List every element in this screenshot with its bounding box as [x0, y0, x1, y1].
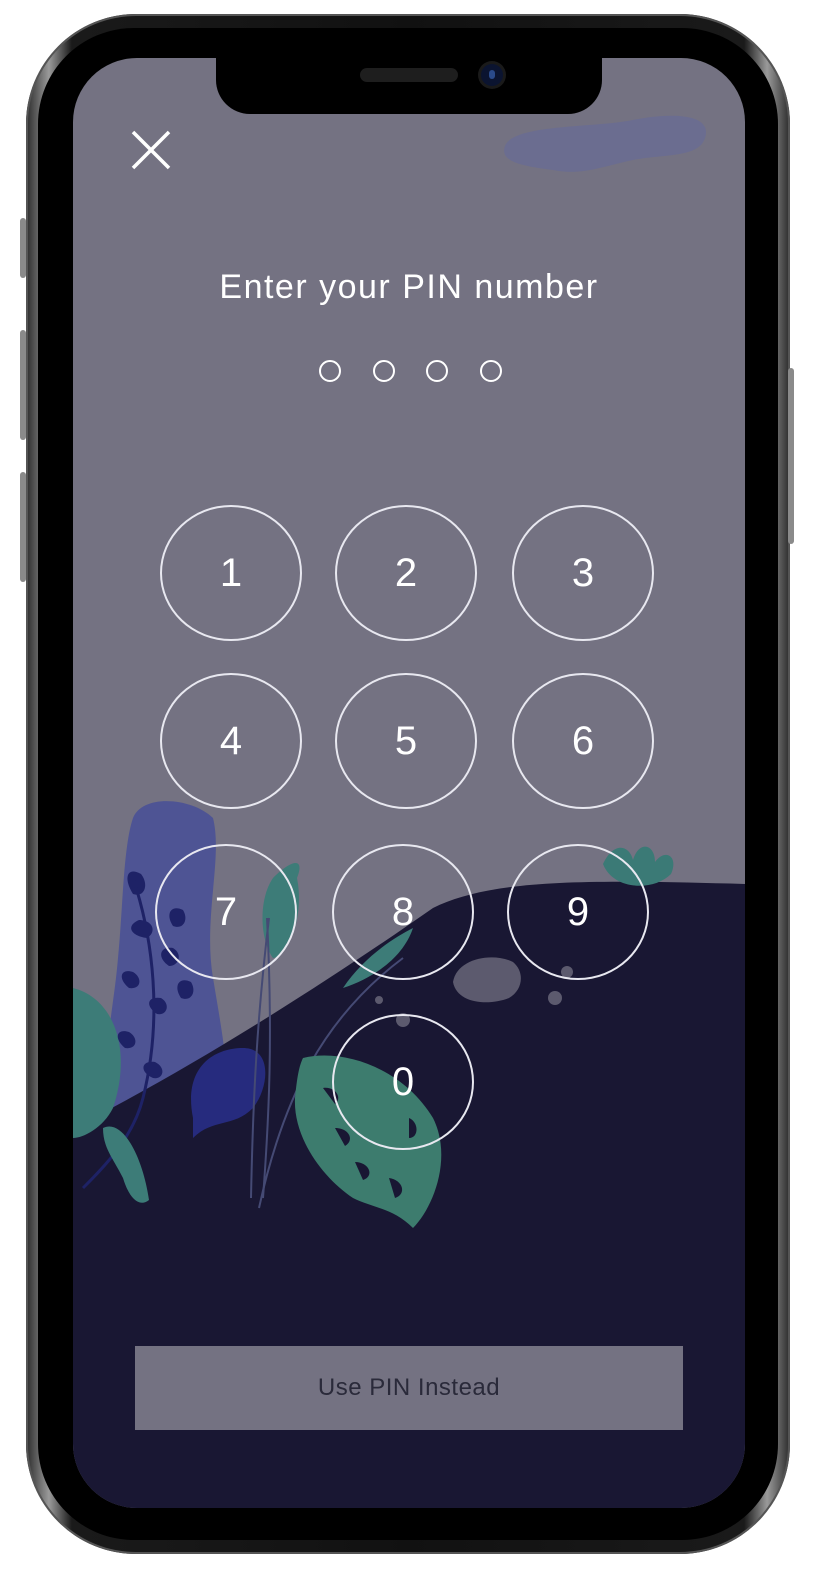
key-6[interactable]: 6	[512, 673, 654, 809]
rock-small	[375, 996, 383, 1004]
pin-indicator	[317, 360, 507, 384]
pin-dot	[319, 360, 341, 382]
key-8[interactable]: 8	[332, 844, 474, 980]
key-2[interactable]: 2	[335, 505, 477, 641]
close-icon	[131, 130, 171, 170]
key-0[interactable]: 0	[332, 1014, 474, 1150]
front-camera	[481, 64, 503, 86]
rock-small	[548, 991, 562, 1005]
key-7[interactable]: 7	[155, 844, 297, 980]
key-9[interactable]: 9	[507, 844, 649, 980]
key-3[interactable]: 3	[512, 505, 654, 641]
key-4[interactable]: 4	[160, 673, 302, 809]
key-5[interactable]: 5	[335, 673, 477, 809]
pin-dot	[426, 360, 448, 382]
pin-dot	[480, 360, 502, 382]
use-pin-button[interactable]: Use PIN Instead	[135, 1346, 683, 1430]
cloud-shape	[504, 115, 707, 172]
pin-dot	[373, 360, 395, 382]
close-button[interactable]	[125, 124, 175, 174]
volume-up-button	[20, 330, 26, 440]
notch	[216, 58, 602, 114]
power-button	[788, 368, 794, 544]
pin-prompt-title: Enter your PIN number	[219, 268, 599, 306]
lock-screen: Enter your PIN number 1 2 3 4 5 6 7 8 9 …	[73, 58, 745, 1508]
mute-switch	[20, 218, 26, 278]
earpiece-speaker	[360, 68, 458, 82]
key-1[interactable]: 1	[160, 505, 302, 641]
volume-down-button	[20, 472, 26, 582]
